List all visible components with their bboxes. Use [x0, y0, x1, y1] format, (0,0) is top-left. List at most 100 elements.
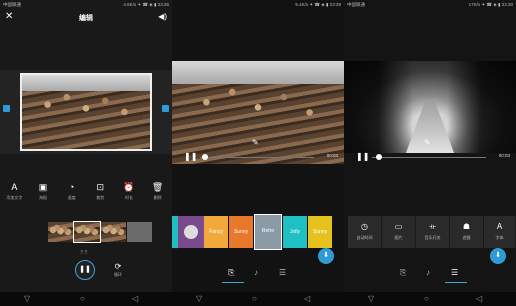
save-button[interactable]: ⬇	[490, 248, 506, 264]
top-bar: ✕ 编辑 ◀)	[0, 9, 172, 27]
option-music[interactable]: ⟛ 音乐开关	[416, 216, 450, 248]
progress-bar[interactable]	[372, 157, 486, 158]
recent-apps-icon[interactable]: ◁	[132, 294, 138, 304]
tab-theme-icon[interactable]: ⎘	[228, 268, 234, 278]
edit-pencil-icon[interactable]: ✎	[252, 138, 259, 147]
theme-tile[interactable]: Jolly	[283, 216, 307, 248]
recent-apps-icon[interactable]: ◁	[476, 294, 482, 304]
back-icon[interactable]: ▽	[24, 294, 30, 304]
theme-tile[interactable]: Retro	[254, 214, 282, 250]
tab-theme-icon[interactable]: ⎘	[400, 268, 406, 278]
theme-tile[interactable]: Fancy	[204, 216, 228, 248]
status-icons: 17K/s ✦ ☎ ◈ ▮ 23:30	[468, 2, 513, 7]
loop-label: 循环	[114, 272, 122, 277]
drag-handle[interactable]: ⠿⠿	[80, 250, 88, 256]
time-label: 00:03	[498, 153, 510, 158]
tool-crop[interactable]: ⊡ 裁剪	[86, 182, 114, 206]
status-bar: 中国联通 4.6K/s ✦ ☎ ◈ ▮ 23:26	[0, 0, 172, 9]
time-label: 00:03	[326, 153, 338, 158]
theme-logo-icon	[184, 224, 198, 239]
volume-icon[interactable]: ◀)	[158, 12, 167, 21]
tool-speed[interactable]: ◔ 速度	[58, 182, 86, 206]
option-font[interactable]: A 字体	[484, 216, 516, 248]
alarm-icon: ⏰	[123, 182, 135, 192]
video-preview[interactable]	[0, 70, 172, 154]
timeline-frame	[73, 221, 101, 243]
tool-label: 添加文字	[6, 195, 23, 200]
video-preview[interactable]	[172, 61, 344, 164]
settings-screen: 中国联通 17K/s ✦ ☎ ◈ ▮ 23:30 ✎ ❚❚ 00:03 ◷ 自动…	[344, 0, 516, 306]
home-icon[interactable]: ○	[252, 294, 257, 304]
bottom-tabs: ⎘ ♪ ☰	[172, 266, 344, 286]
tool-label: 速度	[67, 195, 76, 200]
right-adjust-icon[interactable]	[162, 105, 169, 112]
timeline-strip[interactable]	[48, 221, 152, 243]
tool-label: 裁剪	[96, 195, 105, 200]
bottom-tabs: ⎘ ♪ ☰	[344, 266, 516, 286]
left-adjust-icon[interactable]	[3, 105, 10, 112]
edit-screen: 中国联通 4.6K/s ✦ ☎ ◈ ▮ 23:26 ✕ 编辑 ◀) A 添加文字…	[0, 0, 172, 306]
filter-icon: ☗	[462, 222, 471, 231]
pause-icon[interactable]: ❚❚	[184, 152, 197, 161]
picture-icon: ▭	[394, 222, 403, 231]
theme-tile[interactable]: Sunny	[229, 216, 253, 248]
audio-icon: ⟛	[428, 222, 437, 231]
edit-pencil-icon[interactable]: ✎	[424, 138, 431, 147]
timeline-frame	[126, 222, 152, 242]
carrier-label: 中国联通	[347, 2, 365, 7]
tab-music-icon[interactable]: ♪	[254, 268, 258, 277]
timeline-frame	[100, 222, 126, 242]
back-icon[interactable]: ▽	[368, 294, 374, 304]
home-icon[interactable]: ○	[80, 294, 85, 304]
player-controls: ❚❚ 00:03	[172, 150, 344, 164]
repeat-icon: ⟳	[114, 262, 122, 271]
status-bar: 中国联通 17K/s ✦ ☎ ◈ ▮ 23:30	[344, 0, 516, 9]
active-tab-indicator	[445, 282, 467, 283]
progress-knob[interactable]	[376, 154, 382, 160]
back-icon[interactable]: ▽	[196, 294, 202, 304]
tab-music-icon[interactable]: ♪	[426, 268, 430, 277]
status-icons: 5.4K/s ✦ ☎ ◈ ▮ 23:29	[295, 2, 341, 7]
option-label: 字体	[495, 235, 504, 240]
progress-knob[interactable]	[202, 154, 208, 160]
delete-icon: 🗑	[151, 182, 164, 192]
speed-icon: ◔	[68, 182, 75, 192]
save-button[interactable]: ⬇	[318, 248, 334, 264]
progress-bar[interactable]	[200, 157, 314, 158]
theme-screen: 5.4K/s ✦ ☎ ◈ ▮ 23:29 ✎ ❚❚ 00:03 Fancy Su…	[172, 0, 344, 306]
image-icon: ▣	[38, 182, 48, 192]
system-nav: ▽ ○ ◁	[344, 292, 516, 306]
option-label: 滤镜	[462, 235, 471, 240]
option-filter[interactable]: ☗ 滤镜	[450, 216, 484, 248]
theme-tile-selected[interactable]	[178, 216, 204, 248]
log-pile-photo	[20, 73, 152, 151]
edit-toolbar: A 添加文字 ▣ 海报 ◔ 速度 ⊡ 裁剪 ⏰ 时长 🗑 删除	[0, 182, 172, 206]
timeline-frame	[48, 222, 74, 242]
active-tab-indicator	[222, 282, 244, 283]
player-controls: ❚❚ 00:03	[344, 150, 516, 164]
pause-button[interactable]: ❚❚	[75, 260, 95, 280]
option-label: 自动时间	[356, 235, 373, 240]
carrier-label: 中国联通	[3, 2, 21, 7]
option-picture[interactable]: ▭ 图片	[382, 216, 416, 248]
tool-delete[interactable]: 🗑 删除	[144, 182, 172, 206]
tab-settings-icon[interactable]: ☰	[451, 268, 458, 277]
tab-settings-icon[interactable]: ☰	[279, 268, 286, 277]
status-icons: 4.6K/s ✦ ☎ ◈ ▮ 23:26	[123, 2, 169, 7]
system-nav: ▽ ○ ◁	[172, 292, 344, 306]
tool-duration[interactable]: ⏰ 时长	[115, 182, 143, 206]
pause-icon[interactable]: ❚❚	[356, 152, 369, 161]
tool-label: 时长	[124, 195, 133, 200]
tool-label: 海报	[38, 195, 47, 200]
theme-tile[interactable]: Sunny	[308, 216, 332, 248]
home-icon[interactable]: ○	[424, 294, 429, 304]
tool-label: 删除	[153, 195, 162, 200]
recent-apps-icon[interactable]: ◁	[304, 294, 310, 304]
option-auto-time[interactable]: ◷ 自动时间	[348, 216, 382, 248]
tool-text[interactable]: A 添加文字	[0, 182, 28, 206]
option-label: 图片	[394, 235, 403, 240]
tool-poster[interactable]: ▣ 海报	[29, 182, 57, 206]
settings-options: ◷ 自动时间 ▭ 图片 ⟛ 音乐开关 ☗ 滤镜 A 字体	[344, 216, 516, 248]
loop-button[interactable]: ⟳ 循环	[111, 262, 125, 278]
theme-list: Fancy Sunny Retro Jolly Sunny	[172, 214, 344, 250]
